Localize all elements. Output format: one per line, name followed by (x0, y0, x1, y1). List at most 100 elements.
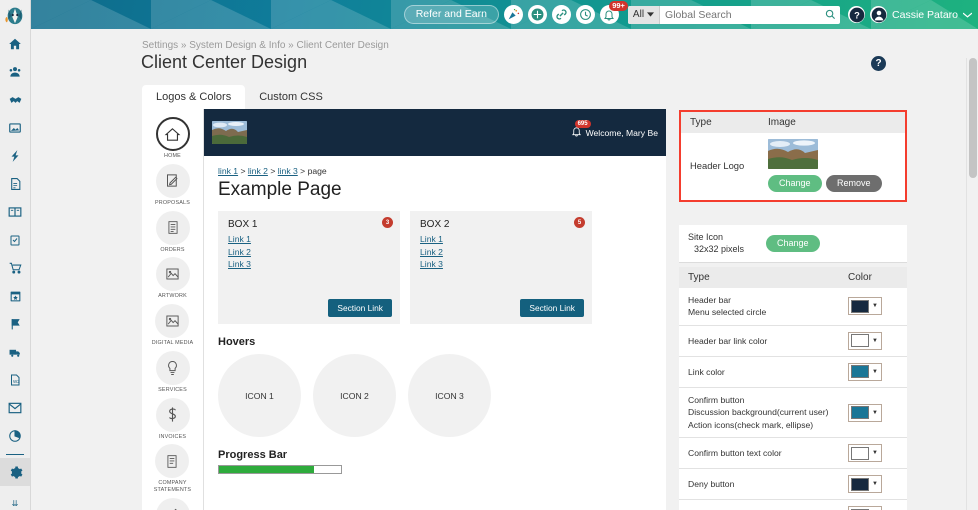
chevron-down-icon: ▼ (872, 303, 878, 309)
page-help-icon[interactable]: ? (871, 56, 886, 71)
sidebar-item-partners[interactable] (0, 86, 31, 114)
sidebar-item-products[interactable] (0, 310, 31, 338)
color-row-label: Confirm button text color (688, 447, 848, 459)
preview-box-badge: 3 (382, 217, 393, 228)
preview-nav-proposals[interactable]: PROPOSALS (155, 164, 190, 207)
color-row-label: Header bar link color (688, 335, 848, 347)
preview-hover-icon-2[interactable]: ICON 2 (313, 354, 396, 437)
sidebar-item-artwork[interactable] (0, 114, 31, 142)
sidebar-item-orders[interactable] (0, 254, 31, 282)
preview-hover-icon-3[interactable]: ICON 3 (408, 354, 491, 437)
page-scrollbar[interactable] (966, 58, 978, 510)
preview-box-link[interactable]: Link 2 (420, 247, 582, 257)
preview-nav-rail: HOME PROPOSALS ORDERS (142, 109, 204, 510)
user-menu-chevron-icon[interactable] (963, 12, 972, 18)
brand-logo-icon[interactable] (0, 0, 31, 30)
color-picker-link-color[interactable]: ▼ (848, 363, 882, 381)
page-scrollbar-thumb[interactable] (969, 58, 977, 178)
color-picker-header-bar[interactable]: ▼ (848, 297, 882, 315)
preview-crumb-link-1[interactable]: link 1 (218, 166, 238, 176)
color-picker-confirm-button[interactable]: ▼ (848, 404, 882, 422)
invoices-dollar-icon (156, 398, 190, 432)
preview-box-link[interactable]: Link 3 (228, 259, 390, 269)
sidebar-item-settings[interactable] (0, 458, 31, 486)
refer-and-earn-button[interactable]: Refer and Earn (404, 5, 499, 24)
header-logo-cell: Change Remove (768, 139, 882, 192)
search-scope-dropdown[interactable]: All (628, 6, 660, 24)
preview-section-link-button[interactable]: Section Link (328, 299, 392, 317)
preview-nav-label: SERVICES (158, 387, 187, 394)
preview-nav-label: INVOICES (159, 434, 186, 441)
preview-crumb-link-2[interactable]: link 2 (248, 166, 268, 176)
color-swatch (851, 447, 869, 460)
preview-box-row: BOX 1 3 Link 1 Link 2 Link 3 Section Lin… (218, 211, 654, 324)
global-header: Refer and Earn 99+ All (31, 0, 978, 29)
recent-history-icon[interactable] (576, 5, 595, 24)
link-icon[interactable] (552, 5, 571, 24)
digital-media-icon (155, 304, 189, 338)
sidebar-item-shipping[interactable] (0, 338, 31, 366)
header-logo-thumbnail (768, 139, 818, 169)
preview-welcome-area: 695 Welcome, Mary Be (571, 126, 658, 139)
bell-icon[interactable]: 695 (571, 126, 582, 139)
header-logo-change-button[interactable]: Change (768, 175, 822, 192)
preview-box-link[interactable]: Link 2 (228, 247, 390, 257)
preview-section-link-button[interactable]: Section Link (520, 299, 584, 317)
preview-nav-projects[interactable]: PROJECTS (156, 498, 190, 510)
color-picker-header-bar-link[interactable]: ▼ (848, 332, 882, 350)
sidebar-item-presentations[interactable] (0, 198, 31, 226)
preview-nav-orders[interactable]: ORDERS (156, 211, 190, 254)
preview-nav-digital-media[interactable]: DIGITAL MEDIA (152, 304, 194, 347)
preview-box-2: BOX 2 5 Link 1 Link 2 Link 3 Section Lin… (410, 211, 592, 324)
preview-box-1: BOX 1 3 Link 1 Link 2 Link 3 Section Lin… (218, 211, 400, 324)
sidebar-item-calendar[interactable] (0, 282, 31, 310)
site-icon-change-button[interactable]: Change (766, 235, 820, 252)
sidebar-item-customers[interactable] (0, 58, 31, 86)
color-picker-confirm-text[interactable]: ▼ (848, 444, 882, 462)
preview-crumb-sep: > (240, 166, 247, 176)
preview-nav-services[interactable]: SERVICES (156, 351, 190, 394)
sidebar-scroll-hint-icon: ⇊ (12, 499, 19, 510)
table-row: Confirm button Discussion background(cur… (679, 388, 907, 438)
preview-nav-artwork[interactable]: ARTWORK (156, 257, 190, 300)
celebrate-icon[interactable] (504, 5, 523, 24)
sidebar-item-quick-links[interactable] (0, 142, 31, 170)
preview-hover-icon-1[interactable]: ICON 1 (218, 354, 301, 437)
preview-crumb-link-3[interactable]: link 3 (278, 166, 298, 176)
sidebar-item-messages[interactable] (0, 394, 31, 422)
sidebar-divider (6, 454, 24, 455)
preview-page-heading: Example Page (218, 179, 654, 201)
search-input[interactable] (660, 6, 820, 24)
sidebar-item-tasks[interactable] (0, 226, 31, 254)
header-logo-remove-button[interactable]: Remove (826, 175, 882, 192)
user-menu-label[interactable]: Cassie Pataro (892, 9, 958, 21)
table-row: Deny button ▼ (679, 469, 907, 500)
preview-crumb-sep: > (300, 166, 307, 176)
preview-progress-title: Progress Bar (218, 449, 654, 461)
client-center-preview: HOME PROPOSALS ORDERS (142, 109, 666, 510)
preview-box-link[interactable]: Link 1 (420, 234, 582, 244)
search-icon[interactable] (820, 9, 840, 20)
chevron-down-icon: ▼ (872, 410, 878, 416)
preview-nav-home[interactable]: HOME (156, 117, 190, 160)
color-table-header: Type Color (679, 267, 907, 288)
sidebar-item-reports[interactable] (0, 422, 31, 450)
tab-custom-css[interactable]: Custom CSS (245, 85, 337, 110)
preview-box-link[interactable]: Link 3 (420, 259, 582, 269)
preview-nav-label: PROPOSALS (155, 200, 190, 207)
notifications-bell-icon[interactable]: 99+ (600, 5, 619, 24)
preview-crumb-sep: > (270, 166, 277, 176)
preview-nav-invoices[interactable]: INVOICES (156, 398, 190, 441)
color-picker-deny-button[interactable]: ▼ (848, 475, 882, 493)
preview-nav-company-statements[interactable]: COMPANY STATEMENTS (154, 444, 191, 494)
sidebar-item-home[interactable] (0, 30, 31, 58)
preview-box-link[interactable]: Link 1 (228, 234, 390, 244)
sidebar-item-proposals[interactable] (0, 170, 31, 198)
sidebar-item-w2-forms[interactable]: W2 (0, 366, 31, 394)
preview-progress-bar (218, 465, 342, 474)
add-icon[interactable] (528, 5, 547, 24)
color-picker-deny-text[interactable]: ▼ (848, 506, 882, 510)
avatar[interactable] (870, 6, 887, 23)
help-icon[interactable]: ? (848, 6, 865, 23)
tab-logos-and-colors[interactable]: Logos & Colors (142, 85, 245, 110)
